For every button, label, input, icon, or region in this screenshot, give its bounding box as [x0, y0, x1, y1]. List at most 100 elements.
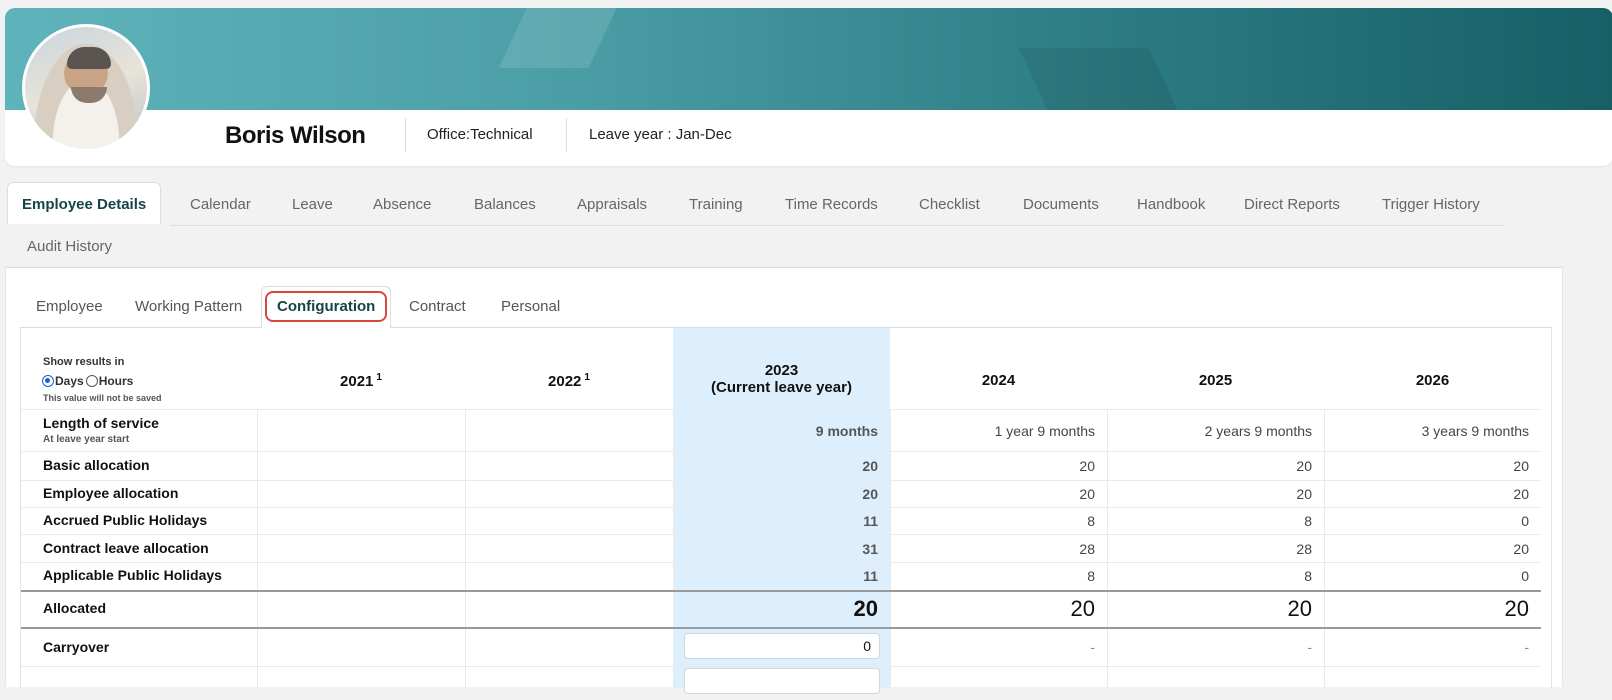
cell-contract-2023: 31 [862, 541, 878, 557]
cell-los-2025: 2 years 9 months [1204, 423, 1312, 439]
cell-los-2026: 3 years 9 months [1421, 423, 1529, 439]
row-divider [21, 507, 1541, 508]
tab-documents[interactable]: Documents [1023, 196, 1099, 213]
tab-trigger-history[interactable]: Trigger History [1382, 196, 1480, 213]
allocation-table: Show results in Days Hours This value wi… [20, 328, 1552, 694]
cell-allocated-2024: 20 [1070, 596, 1095, 621]
col-year: 2022 [548, 373, 582, 390]
employee-name: Boris Wilson [225, 122, 366, 149]
hours-radio-label: Hours [98, 374, 134, 388]
row-label-employee-allocation: Employee allocation [43, 485, 179, 501]
allocated-top-border [21, 590, 1541, 592]
header-divider [566, 118, 567, 152]
tab-direct-reports[interactable]: Direct Reports [1244, 196, 1340, 213]
cell-los-2023: 9 months [815, 423, 878, 439]
tab-calendar[interactable]: Calendar [190, 196, 251, 213]
row-label-length-of-service: Length of service [43, 415, 159, 431]
col-header-2023: 2023 (Current leave year) [673, 362, 890, 396]
cell-applicable-2023: 11 [863, 568, 878, 584]
allocated-bottom-border [21, 627, 1541, 629]
cell-employee-2024: 20 [1079, 486, 1095, 502]
tab-leave[interactable]: Leave [292, 196, 333, 213]
footnote-marker: 1 [376, 372, 382, 383]
tab-bar-underline [170, 225, 1503, 226]
office-label: Office:Technical [427, 126, 533, 143]
cell-allocated-2026: 20 [1504, 596, 1529, 621]
cell-accrued-2026: 0 [1521, 513, 1529, 529]
col-header-2026: 2026 [1415, 372, 1450, 389]
cell-applicable-2025: 8 [1304, 568, 1312, 584]
cell-applicable-2026: 0 [1521, 568, 1529, 584]
leave-year-label: Leave year : Jan-Dec [589, 126, 732, 143]
col-year: 2023 [764, 362, 799, 379]
avatar-hair [67, 47, 111, 69]
employee-tabs-panel: Employee Details Calendar Leave Absence … [5, 182, 1565, 700]
carryover-input[interactable]: 0 [684, 633, 880, 659]
cell-employee-2023: 20 [862, 486, 878, 502]
cell-employee-2026: 20 [1513, 486, 1529, 502]
tab-training[interactable]: Training [689, 196, 743, 213]
cell-basic-2025: 20 [1296, 458, 1312, 474]
cell-los-2024: 1 year 9 months [994, 423, 1095, 439]
cell-allocated-2025: 20 [1287, 596, 1312, 621]
cell-carryover-2025: - [1307, 639, 1312, 655]
hours-radio[interactable] [85, 375, 98, 387]
row-divider [21, 534, 1541, 535]
units-radio-group: Days Hours [42, 374, 133, 388]
days-radio-label: Days [55, 374, 84, 388]
cell-basic-2024: 20 [1079, 458, 1095, 474]
subtab-personal[interactable]: Personal [501, 298, 560, 315]
subtab-employee[interactable]: Employee [36, 298, 103, 315]
banner-decoration [1018, 48, 1182, 110]
avatar-beard [71, 87, 107, 103]
col-header-2025: 2025 [1198, 372, 1233, 389]
configuration-panel: Employee Working Pattern Configuration C… [5, 267, 1563, 694]
tab-employee-details[interactable]: Employee Details [7, 182, 162, 224]
col-year: 2021 [340, 373, 374, 390]
subtab-working-pattern[interactable]: Working Pattern [135, 298, 242, 315]
tab-balances[interactable]: Balances [474, 196, 536, 213]
cell-contract-2025: 28 [1296, 541, 1312, 557]
days-radio[interactable] [42, 375, 54, 387]
header-divider [405, 118, 406, 152]
row-label-allocated: Allocated [43, 600, 107, 616]
avatar [22, 24, 150, 152]
col-header-2021: 2021 1 [257, 372, 465, 390]
cell-basic-2026: 20 [1513, 458, 1529, 474]
subtab-configuration[interactable]: Configuration [261, 286, 392, 328]
cell-contract-2026: 20 [1513, 541, 1529, 557]
tab-checklist[interactable]: Checklist [919, 196, 980, 213]
row-sublabel: At leave year start [43, 434, 130, 445]
col-divider [465, 410, 466, 690]
cell-allocated-2023: 20 [853, 596, 878, 621]
row-label-contract-leave-allocation: Contract leave allocation [43, 540, 209, 556]
show-results-label: Show results in [43, 356, 125, 368]
col-header-2024: 2024 [981, 372, 1016, 389]
cell-accrued-2025: 8 [1304, 513, 1312, 529]
subtab-configuration-label: Configuration [265, 291, 388, 322]
units-note: This value will not be saved [43, 393, 162, 403]
tab-absence[interactable]: Absence [373, 196, 431, 213]
row-label-carryover: Carryover [43, 639, 110, 655]
footnote-marker: 1 [584, 372, 590, 383]
col-current-note: (Current leave year) [711, 379, 852, 396]
tab-time-records[interactable]: Time Records [785, 196, 878, 213]
row-divider [21, 562, 1541, 563]
cell-carryover-2026: - [1524, 639, 1529, 655]
row-divider [21, 451, 1541, 452]
row-label-accrued-public-holidays: Accrued Public Holidays [43, 512, 208, 528]
col-divider [257, 410, 258, 690]
cell-employee-2025: 20 [1296, 486, 1312, 502]
cell-carryover-2024: - [1090, 639, 1095, 655]
tab-appraisals[interactable]: Appraisals [577, 196, 647, 213]
cell-contract-2024: 28 [1079, 541, 1095, 557]
col-header-2022: 2022 1 [465, 372, 673, 390]
next-row-input[interactable] [684, 668, 880, 694]
tab-handbook[interactable]: Handbook [1137, 196, 1205, 213]
subtab-contract[interactable]: Contract [409, 298, 466, 315]
cell-accrued-2024: 8 [1087, 513, 1095, 529]
tab-audit-history[interactable]: Audit History [27, 238, 112, 255]
row-label-applicable-public-holidays: Applicable Public Holidays [43, 567, 222, 583]
row-divider [21, 409, 1541, 410]
profile-banner [5, 8, 1612, 110]
